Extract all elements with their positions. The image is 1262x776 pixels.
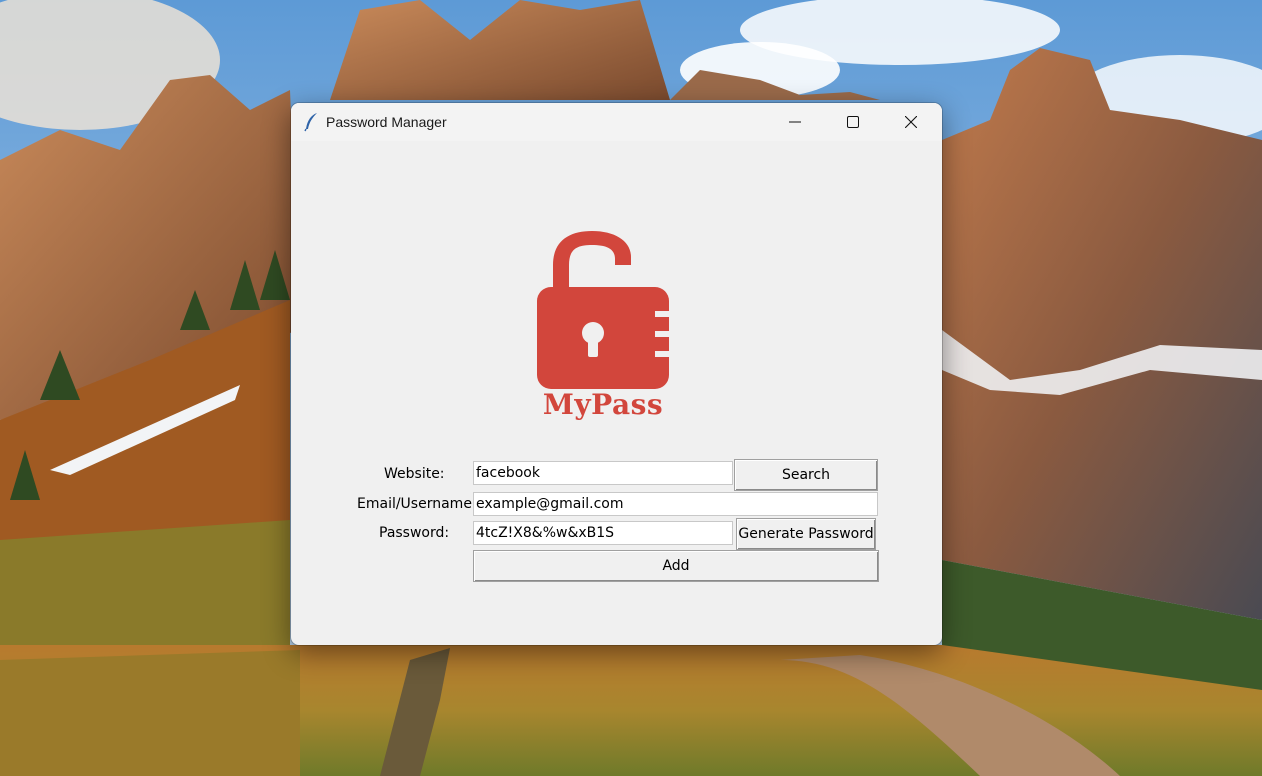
add-button[interactable]: Add	[473, 550, 879, 582]
email-username-label: Email/Username:	[357, 496, 477, 512]
password-manager-window: Password Manager MyPass Website: faceboo…	[291, 103, 942, 645]
title-bar[interactable]: Password Manager	[291, 103, 942, 141]
open-padlock-icon	[537, 231, 671, 389]
feather-icon	[303, 112, 319, 132]
maximize-button[interactable]	[824, 103, 882, 141]
minimize-button[interactable]	[766, 103, 824, 141]
window-title: Password Manager	[326, 114, 447, 130]
website-label: Website:	[384, 466, 445, 482]
password-label: Password:	[379, 525, 450, 541]
generate-password-button[interactable]: Generate Password	[736, 518, 876, 550]
email-username-input[interactable]: example@gmail.com	[473, 492, 878, 516]
website-input[interactable]: facebook	[473, 461, 733, 485]
brand-wordmark: MyPass	[542, 388, 664, 421]
maximize-icon	[847, 116, 859, 128]
close-button[interactable]	[882, 103, 940, 141]
close-icon	[905, 116, 917, 128]
password-input[interactable]: 4tcZ!X8&%w&xB1S	[473, 521, 733, 545]
minimize-icon	[789, 121, 801, 123]
search-button[interactable]: Search	[734, 459, 878, 491]
